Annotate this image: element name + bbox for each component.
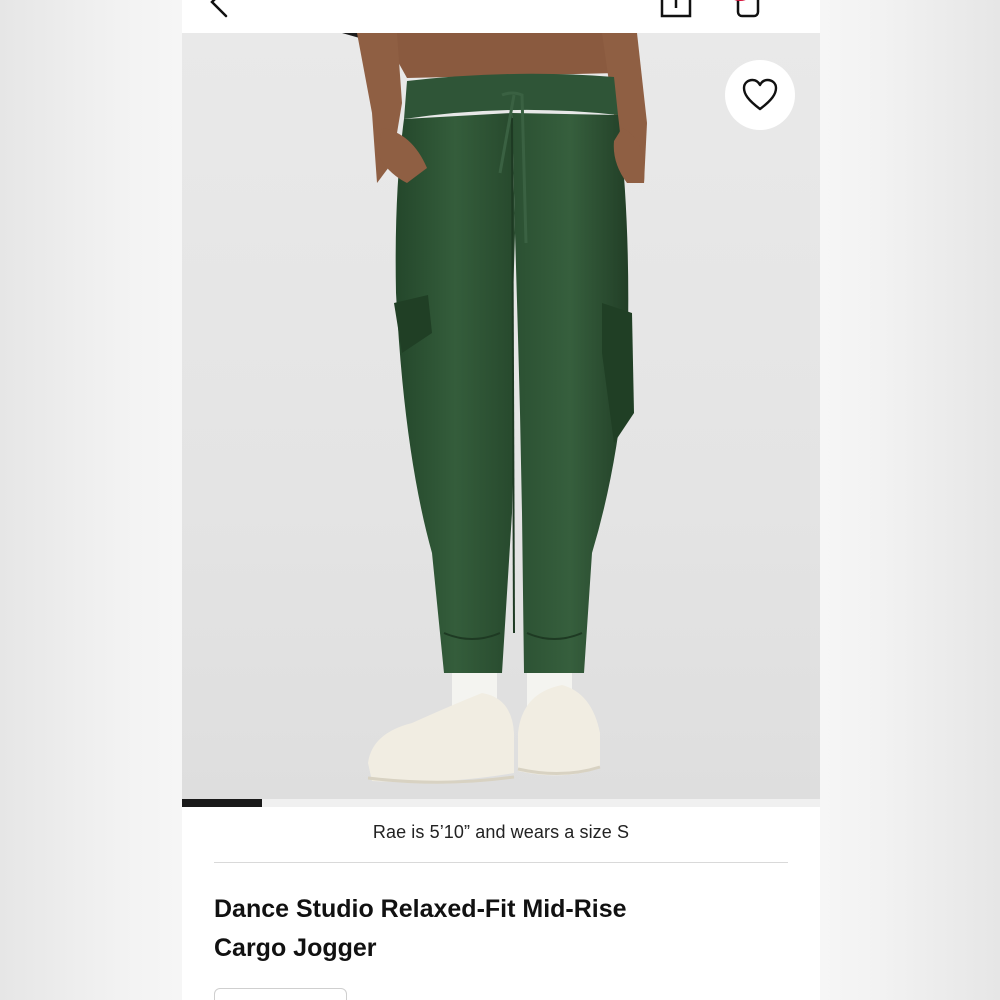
model-size-note: Rae is 5’10” and wears a size S bbox=[372, 822, 630, 842]
image-carousel-progress bbox=[182, 799, 820, 807]
share-icon[interactable] bbox=[656, 0, 696, 20]
option-button[interactable] bbox=[214, 988, 347, 1000]
product-detail-screen: Rae is 5’10” and wears a size S Dance St… bbox=[182, 0, 820, 1000]
product-photo bbox=[342, 33, 647, 784]
product-title: Dance Studio Relaxed-Fit Mid-Rise Cargo … bbox=[214, 895, 627, 962]
section-divider bbox=[214, 862, 788, 863]
back-chevron-icon[interactable] bbox=[198, 0, 232, 18]
wishlist-button[interactable] bbox=[725, 60, 795, 130]
heart-icon bbox=[742, 78, 778, 111]
cart-count-badge bbox=[734, 0, 746, 1]
image-carousel-progress-fill bbox=[182, 799, 262, 807]
top-navigation-bar bbox=[182, 0, 820, 33]
shopping-bag-icon[interactable] bbox=[720, 0, 780, 20]
product-image-gallery[interactable] bbox=[182, 33, 820, 807]
